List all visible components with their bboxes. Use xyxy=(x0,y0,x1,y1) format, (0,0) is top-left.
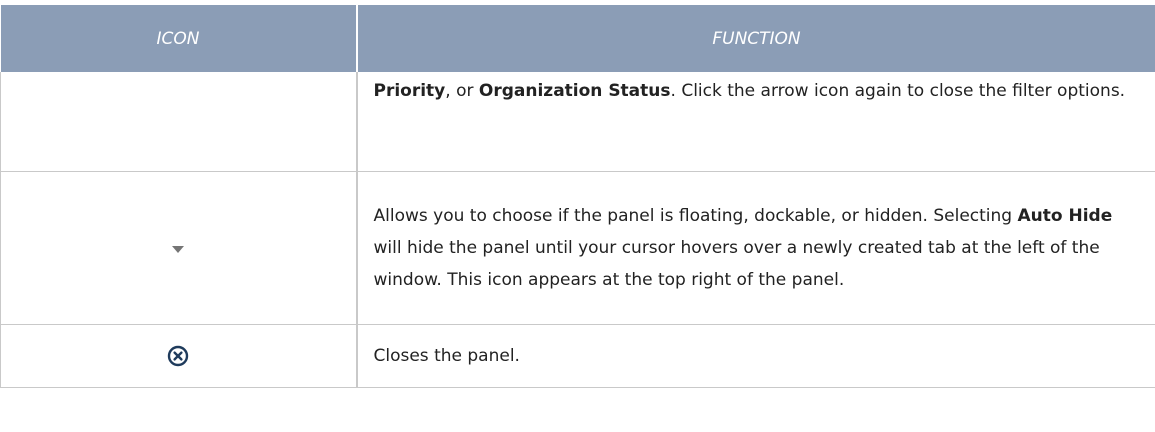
text-segment: will hide the panel until your cursor ho… xyxy=(373,238,1100,290)
table-header-row: ICON FUNCTION xyxy=(0,5,1155,72)
icon-cell xyxy=(0,72,358,172)
table-row: Closes the panel. xyxy=(0,324,1155,388)
dropdown-arrow-icon xyxy=(172,246,185,253)
icon-cell xyxy=(0,324,358,388)
table-row: Priority, or Organization Status. Click … xyxy=(0,72,1155,172)
icon-cell xyxy=(0,171,358,325)
icon-column-header: ICON xyxy=(0,5,358,72)
function-column-header: FUNCTION xyxy=(356,5,1155,72)
function-cell: Allows you to choose if the panel is flo… xyxy=(356,171,1155,325)
icon-function-table: ICON FUNCTION Priority, or Organization … xyxy=(0,5,1155,388)
text-segment: Priority xyxy=(373,81,446,101)
close-circle-icon xyxy=(168,345,189,367)
text-segment: Organization Status xyxy=(478,81,671,101)
text-segment: Closes the panel. xyxy=(373,346,520,366)
text-segment: Allows you to choose if the panel is flo… xyxy=(373,206,1018,226)
table-row: Allows you to choose if the panel is flo… xyxy=(0,171,1155,325)
function-cell: Priority, or Organization Status. Click … xyxy=(356,72,1155,172)
function-cell: Closes the panel. xyxy=(356,324,1155,388)
text-segment: . Click the arrow icon again to close th… xyxy=(670,81,1126,101)
text-segment: Auto Hide xyxy=(1017,206,1113,226)
text-segment: , or xyxy=(445,81,479,101)
